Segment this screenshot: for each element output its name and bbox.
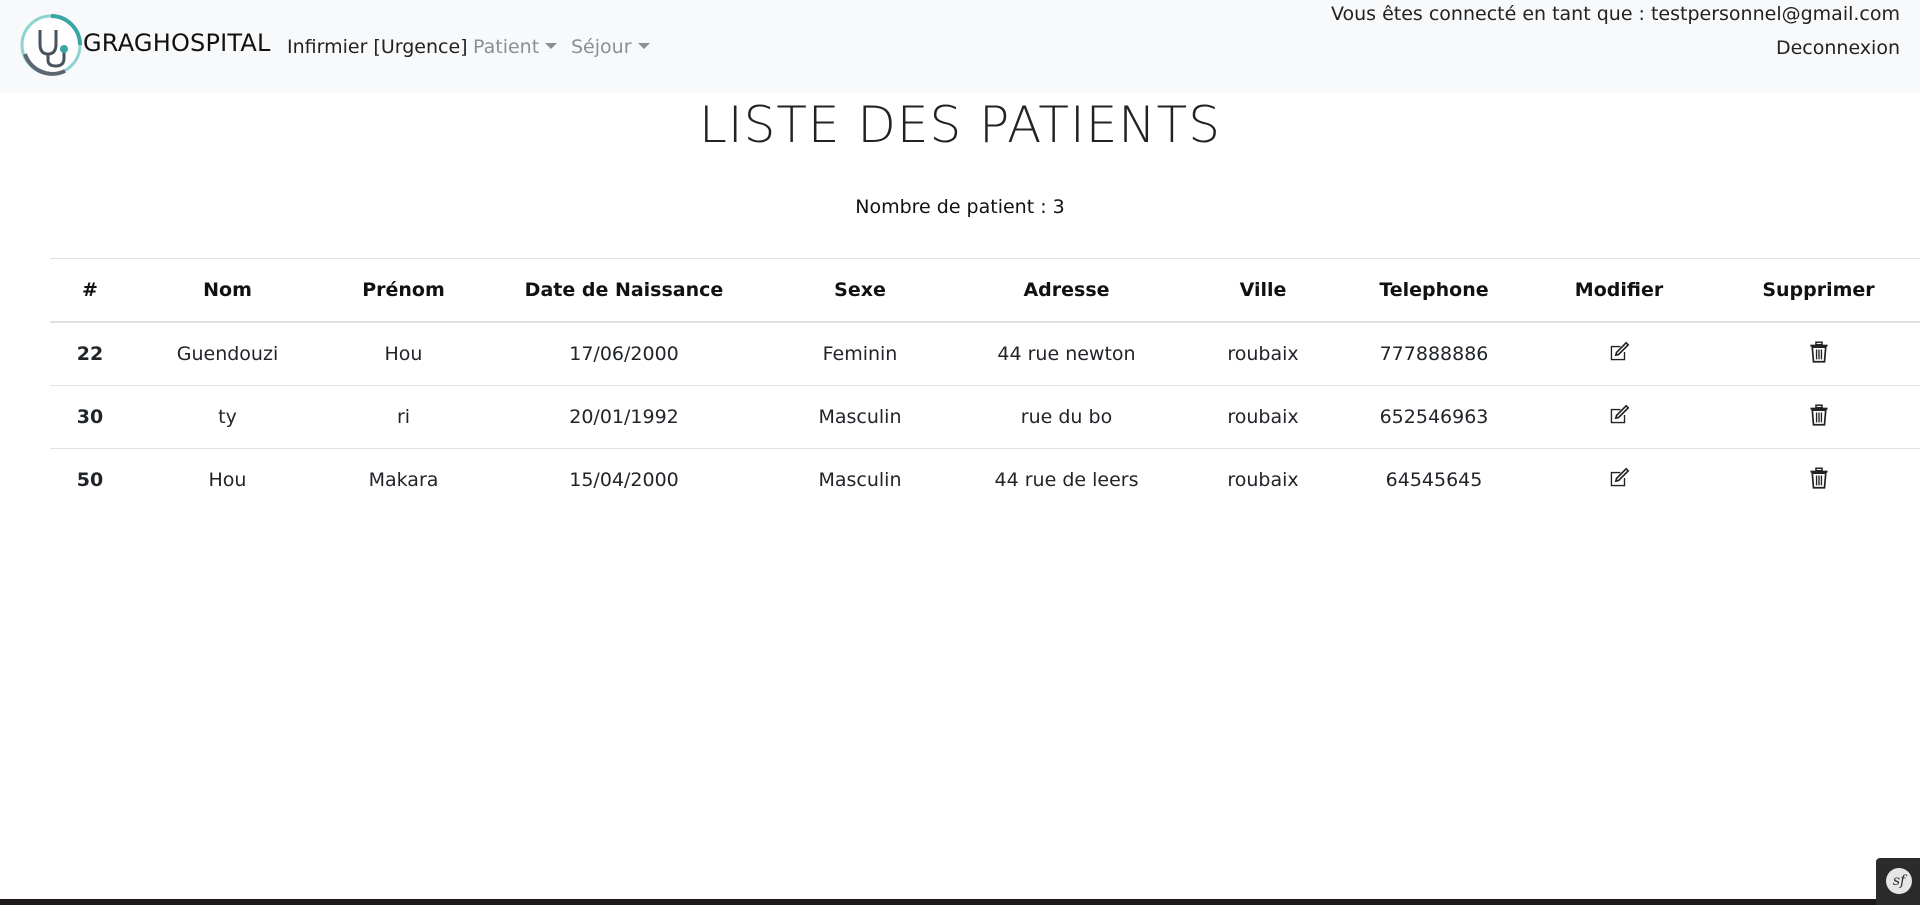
cell-modifier [1521,448,1717,511]
caret-down-icon [637,43,650,49]
nav-dropdown-patient[interactable]: Patient [473,36,558,58]
edit-icon[interactable] [1608,467,1630,489]
header-sexe: Sexe [766,258,954,323]
table-header-row: # Nom Prénom Date de Naissance Sexe Adre… [50,258,1920,323]
cell-nom: Guendouzi [130,321,325,386]
cell-ville: roubaix [1179,321,1347,386]
cell-adresse: 44 rue newton [954,321,1179,386]
header-ville: Ville [1179,258,1347,323]
cell-telephone: 777888886 [1347,321,1521,386]
header-supprimer: Supprimer [1717,258,1920,323]
bottom-edge-bar [0,899,1920,905]
trash-icon[interactable] [1809,403,1829,426]
cell-telephone: 64545645 [1347,448,1521,511]
header-nom: Nom [130,258,325,323]
header-telephone: Telephone [1347,258,1521,323]
nav-dropdown-sejour[interactable]: Séjour [571,36,650,58]
cell-prenom: ri [325,385,482,449]
cell-sexe: Masculin [766,385,954,449]
cell-modifier [1521,321,1717,386]
cell-ville: roubaix [1179,448,1347,511]
header-id: # [50,258,130,323]
navbar: GRAGHOSPITAL Infirmier [Urgence] Patient… [0,0,1920,93]
cell-modifier [1521,385,1717,449]
stethoscope-logo-icon[interactable] [20,14,82,76]
cell-id: 50 [50,448,130,511]
header-prenom: Prénom [325,258,482,323]
cell-adresse: rue du bo [954,385,1179,449]
cell-prenom: Hou [325,321,482,386]
brand-name[interactable]: GRAGHOSPITAL [83,29,271,57]
cell-id: 30 [50,385,130,449]
trash-icon[interactable] [1809,466,1829,489]
logged-in-user: Vous êtes connecté en tant que : testper… [1330,3,1900,25]
cell-naissance: 20/01/1992 [482,385,766,449]
header-adresse: Adresse [954,258,1179,323]
cell-adresse: 44 rue de leers [954,448,1179,511]
header-naissance: Date de Naissance [482,258,766,323]
cell-sexe: Feminin [766,321,954,386]
trash-icon[interactable] [1809,340,1829,363]
table-row: 30 ty ri 20/01/1992 Masculin rue du bo r… [50,385,1920,449]
cell-sexe: Masculin [766,448,954,511]
table-row: 50 Hou Makara 15/04/2000 Masculin 44 rue… [50,448,1920,511]
logout-link[interactable]: Deconnexion [1776,37,1900,59]
nav-role-label: Infirmier [Urgence] [287,36,468,58]
cell-ville: roubaix [1179,385,1347,449]
symfony-icon: sf [1886,868,1912,894]
cell-naissance: 15/04/2000 [482,448,766,511]
cell-telephone: 652546963 [1347,385,1521,449]
cell-supprimer [1717,321,1920,386]
edit-icon[interactable] [1608,404,1630,426]
cell-id: 22 [50,321,130,386]
cell-nom: Hou [130,448,325,511]
cell-supprimer [1717,385,1920,449]
nav-dropdown-patient-label: Patient [473,36,540,58]
cell-naissance: 17/06/2000 [482,321,766,386]
cell-prenom: Makara [325,448,482,511]
nav-dropdown-sejour-label: Séjour [571,36,632,58]
symfony-debug-toolbar-toggle[interactable]: sf [1876,858,1920,905]
patients-table: # Nom Prénom Date de Naissance Sexe Adre… [50,258,1920,511]
table-row: 22 Guendouzi Hou 17/06/2000 Feminin 44 r… [50,321,1920,386]
page-title: LISTE DES PATIENTS [699,96,1221,154]
edit-icon[interactable] [1608,341,1630,363]
cell-supprimer [1717,448,1920,511]
cell-nom: ty [130,385,325,449]
caret-down-icon [545,43,558,49]
header-modifier: Modifier [1521,258,1717,323]
patient-count: Nombre de patient : 3 [855,196,1065,218]
